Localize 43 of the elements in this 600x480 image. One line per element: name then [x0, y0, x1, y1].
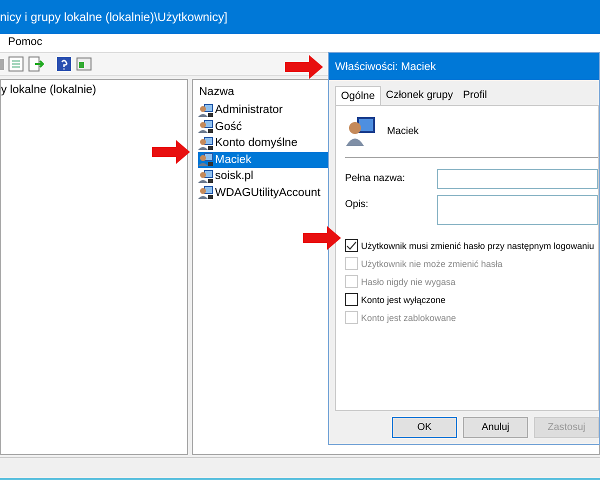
list-item[interactable]: WDAGUtilityAccount: [198, 184, 329, 201]
menu-item[interactable]: Pomoc: [8, 36, 42, 50]
list-item[interactable]: soisk.pl: [198, 168, 329, 184]
field-label: Pełna nazwa:: [345, 172, 406, 184]
user-icon: [198, 119, 214, 134]
user-icon: [198, 136, 214, 151]
checkmark-icon: [346, 240, 357, 251]
checkbox[interactable]: [345, 293, 358, 306]
user-icon: [198, 168, 214, 184]
input-field[interactable]: [437, 195, 598, 225]
dialog-title: Właściwości: Maciek: [335, 60, 436, 72]
field-label: Opis:: [345, 198, 370, 210]
window-icon[interactable]: [76, 56, 92, 72]
export-icon[interactable]: [28, 56, 44, 72]
list-item[interactable]: Administrator: [198, 102, 329, 118]
tree-item[interactable]: y lokalne (lokalnie): [1, 80, 187, 96]
window-title: nicy i grupy lokalne (lokalnie)\Użytkownicy]: [0, 10, 228, 24]
tab[interactable]: Członek grupy: [380, 86, 458, 105]
checkbox-label: Konto jest zablokowane: [361, 312, 456, 322]
list-item[interactable]: Maciek: [198, 152, 329, 168]
list-item[interactable]: Gość: [198, 118, 329, 135]
checkbox-label: Hasło nigdy nie wygasa: [361, 276, 456, 286]
user-icon: [198, 152, 214, 168]
user-icon: [345, 115, 377, 147]
annotation-arrow: [303, 226, 341, 250]
user-icon: [198, 102, 214, 118]
tab[interactable]: Ogólne: [335, 86, 381, 105]
input-field[interactable]: [437, 169, 598, 189]
partial-toolbar-icon[interactable]: [0, 56, 4, 72]
checkbox-label: Konto jest wyłączone: [361, 294, 446, 304]
user-name: Maciek: [387, 126, 419, 136]
user-icon: [198, 185, 214, 200]
list-icon[interactable]: [8, 56, 24, 72]
list-item[interactable]: Konto domyślne: [198, 135, 329, 152]
checkbox-label: Użytkownik musi zmienić hasło przy następnym logowaniu: [361, 240, 594, 250]
annotation-arrow: [152, 140, 190, 164]
tab[interactable]: Profil: [458, 86, 492, 105]
dialog-button[interactable]: OK: [392, 417, 457, 438]
checkbox-label: Użytkownik nie może zmienić hasła: [361, 258, 503, 268]
dialog-button[interactable]: Anuluj: [463, 417, 528, 438]
help-icon[interactable]: [56, 56, 72, 72]
checkbox[interactable]: [345, 239, 358, 252]
annotation-arrow: [285, 55, 323, 79]
